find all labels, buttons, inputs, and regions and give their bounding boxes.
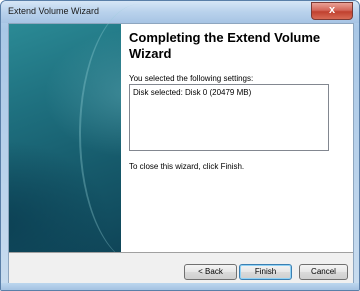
finish-button[interactable]: Finish <box>239 264 292 280</box>
close-instruction: To close this wizard, click Finish. <box>129 162 245 171</box>
wizard-content: Completing the Extend Volume Wizard You … <box>121 24 353 252</box>
title-bar[interactable]: Extend Volume Wizard x <box>1 1 359 23</box>
cancel-button[interactable]: Cancel <box>299 264 348 280</box>
settings-intro-label: You selected the following settings: <box>129 74 254 83</box>
close-button[interactable]: x <box>311 2 353 20</box>
button-bar: < Back Finish Cancel <box>9 253 353 284</box>
wizard-side-banner <box>9 4 121 264</box>
wizard-heading: Completing the Extend Volume Wizard <box>129 30 321 61</box>
back-button[interactable]: < Back <box>184 264 237 280</box>
wizard-client-area: Completing the Extend Volume Wizard You … <box>8 4 354 285</box>
settings-line: Disk selected: Disk 0 (20479 MB) <box>133 88 252 97</box>
window-title: Extend Volume Wizard <box>8 6 100 16</box>
window-bottom-frame <box>1 283 359 290</box>
close-icon: x <box>328 4 336 16</box>
wizard-window: Extend Volume Wizard x Completing the Ex… <box>0 0 360 291</box>
settings-summary-box[interactable]: Disk selected: Disk 0 (20479 MB) <box>129 84 329 151</box>
